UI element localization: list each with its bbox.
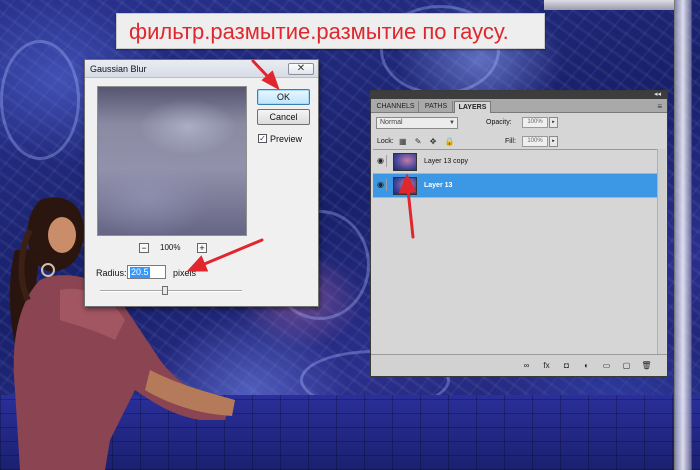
layer-name: Layer 13	[424, 182, 453, 189]
tab-channels[interactable]: CHANNELS	[373, 101, 419, 113]
units-label: pixels	[173, 268, 197, 278]
lock-options-icons[interactable]: ▦ ✎ ✥ 🔒	[399, 137, 458, 146]
fx-icon[interactable]: fx	[541, 361, 552, 371]
instruction-banner: фильтр.размытие.размытие по гаусу.	[116, 13, 545, 49]
preview-checkbox[interactable]: ✓	[258, 134, 267, 143]
fill-input[interactable]: 100%	[522, 136, 548, 147]
cancel-button[interactable]: Cancel	[257, 109, 310, 125]
blend-mode-value: Normal	[380, 119, 403, 126]
blend-mode-select[interactable]: Normal ▼	[376, 117, 458, 129]
layer-thumbnail	[393, 153, 417, 171]
opacity-label: Opacity:	[486, 119, 512, 126]
panel-tabs: CHANNELS PATHS LAYERS ≡	[371, 99, 667, 113]
zoom-out-button[interactable]: −	[139, 243, 149, 253]
layers-panel: ◂◂ CHANNELS PATHS LAYERS ≡ Normal ▼ Opac…	[370, 90, 668, 377]
opacity-input[interactable]: 100%	[522, 117, 548, 128]
opacity-stepper-icon[interactable]: ▸	[549, 117, 558, 128]
collapse-icon[interactable]: ◂◂	[654, 90, 661, 98]
eye-icon[interactable]: ◉	[375, 179, 387, 191]
dialog-title: Gaussian Blur	[90, 64, 147, 74]
fill-label: Fill:	[505, 138, 516, 145]
new-layer-icon[interactable]: ▢	[621, 361, 632, 371]
background-frame	[674, 0, 692, 470]
gaussian-blur-dialog: Gaussian Blur ✕ − 100% + OK Cancel ✓ Pre…	[84, 59, 319, 307]
radius-input[interactable]: 20.5	[127, 265, 166, 279]
radius-slider-thumb[interactable]	[162, 286, 168, 295]
background-frame-top	[544, 0, 674, 10]
layers-scrollbar[interactable]	[657, 149, 666, 354]
new-group-icon[interactable]: ▭	[601, 361, 612, 371]
blur-preview[interactable]	[97, 86, 247, 236]
panel-menu-icon[interactable]: ≡	[657, 102, 662, 111]
tab-paths[interactable]: PATHS	[420, 101, 453, 113]
radius-label: Radius:	[96, 268, 127, 278]
chevron-down-icon: ▼	[449, 120, 455, 126]
adjustment-layer-icon[interactable]: ◐	[581, 361, 592, 371]
panel-bottom-toolbar: ∞ fx ◘ ◐ ▭ ▢ 🗑	[371, 354, 667, 376]
blend-row: Normal ▼ Opacity: 100% ▸	[371, 114, 667, 132]
layer-row-selected[interactable]: ◉ Layer 13	[373, 174, 657, 198]
fill-stepper-icon[interactable]: ▸	[549, 136, 558, 147]
zoom-in-button[interactable]: +	[197, 243, 207, 253]
ok-button[interactable]: OK	[257, 89, 310, 105]
panel-header-bar: ◂◂	[371, 91, 667, 99]
tab-layers[interactable]: LAYERS	[454, 101, 491, 113]
radius-value: 20.5	[130, 267, 150, 278]
layers-list: ◉ Layer 13 copy ◉ Layer 13	[373, 149, 657, 354]
eye-icon[interactable]: ◉	[375, 155, 387, 167]
lock-label: Lock:	[377, 138, 394, 145]
background-swirl	[0, 40, 80, 160]
link-layers-icon[interactable]: ∞	[521, 361, 532, 371]
trash-icon[interactable]: 🗑	[641, 361, 652, 371]
zoom-level: 100%	[160, 243, 181, 252]
layer-mask-icon[interactable]: ◘	[561, 361, 572, 371]
layer-name: Layer 13 copy	[424, 158, 468, 165]
layer-row[interactable]: ◉ Layer 13 copy	[373, 150, 657, 174]
preview-label: Preview	[270, 134, 303, 144]
layer-thumbnail	[393, 177, 417, 195]
radius-slider-track[interactable]	[100, 290, 242, 292]
dialog-titlebar[interactable]: Gaussian Blur ✕	[85, 60, 318, 78]
close-icon[interactable]: ✕	[288, 63, 314, 75]
